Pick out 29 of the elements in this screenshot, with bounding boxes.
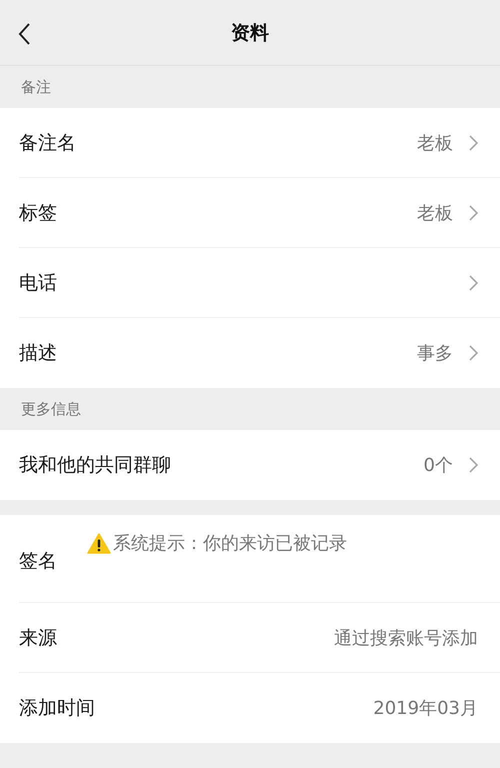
row-label: 标签 xyxy=(19,200,57,226)
row-label: 我和他的共同群聊 xyxy=(19,453,171,478)
list-item[interactable]: 备注名 老板 xyxy=(19,108,500,178)
chevron-icon xyxy=(469,274,478,290)
chevron-icon xyxy=(469,134,478,150)
list-item[interactable]: 电话 xyxy=(19,248,500,318)
row-label: 备注名 xyxy=(19,130,76,156)
chevron-icon xyxy=(469,345,478,361)
section-heading: 更多信息 xyxy=(21,400,81,418)
list-item[interactable]: 描述 事多 xyxy=(19,318,500,388)
back-icon[interactable] xyxy=(17,22,31,46)
row-value: 事多 xyxy=(417,342,453,365)
chevron-icon xyxy=(469,204,478,220)
section-heading: 备注 xyxy=(21,78,51,96)
page-title: 资料 xyxy=(231,20,269,46)
list-item[interactable]: 标签 老板 xyxy=(19,178,500,248)
row-value: 老板 xyxy=(417,202,453,224)
signature-text: 系统提示：你的来访已被记录 xyxy=(113,532,347,555)
row-label: 电话 xyxy=(19,270,57,296)
row-value: 2019年03月 xyxy=(373,697,478,720)
row-label: 签名 xyxy=(19,549,57,574)
warning-icon xyxy=(87,532,111,554)
row-label: 描述 xyxy=(19,341,57,366)
row-value: 0个 xyxy=(424,454,453,477)
chevron-icon xyxy=(469,457,478,473)
row-label: 添加时间 xyxy=(19,696,95,721)
row-value: 通过搜索账号添加 xyxy=(334,626,478,650)
row-value: 老板 xyxy=(417,132,453,154)
row-label: 来源 xyxy=(19,626,57,650)
